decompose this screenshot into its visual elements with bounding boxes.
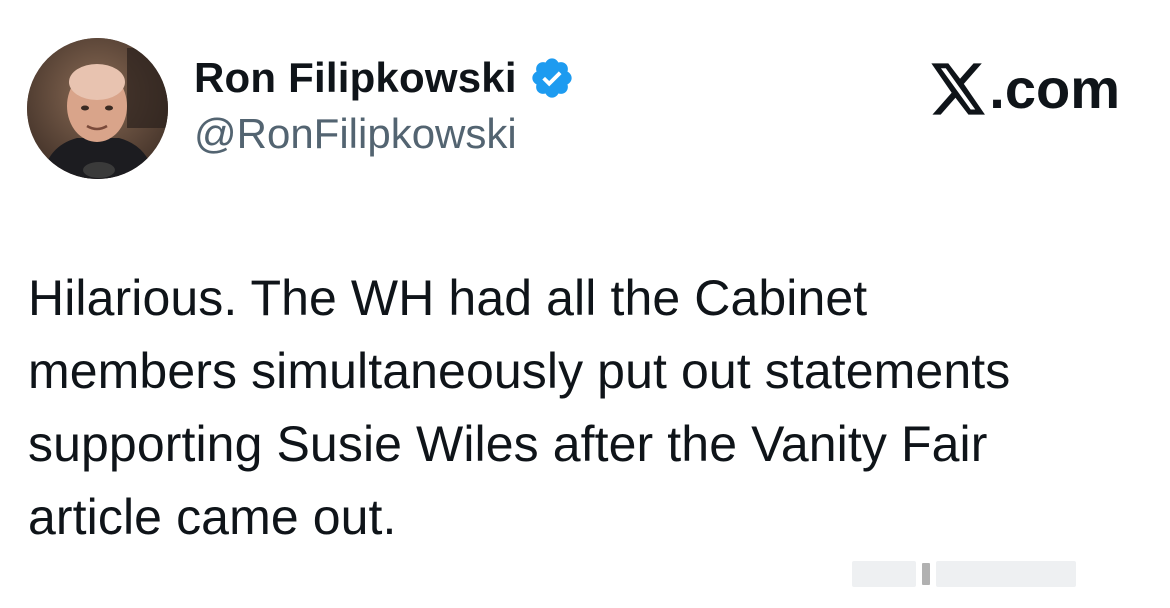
- brand-domain: .com: [989, 57, 1120, 120]
- avatar-image: [27, 38, 168, 179]
- author-block: Ron Filipkowski @RonFilipkowski: [194, 52, 575, 158]
- display-name[interactable]: Ron Filipkowski: [194, 54, 517, 102]
- handle[interactable]: @RonFilipkowski: [194, 110, 575, 158]
- watermark-bar: [852, 561, 916, 587]
- tweet-card: Ron Filipkowski @RonFilipkowski .com Hil…: [0, 0, 1170, 608]
- watermark-bar: [936, 561, 1076, 587]
- tweet-text: Hilarious. The WH had all the Cabinet me…: [28, 270, 1011, 545]
- brand-logo: .com: [931, 56, 1120, 121]
- watermark: [852, 558, 1152, 590]
- x-logo-icon: [931, 62, 987, 115]
- verified-badge-icon: [529, 55, 575, 101]
- name-row: Ron Filipkowski: [194, 52, 575, 104]
- watermark-mark: [922, 563, 930, 585]
- avatar[interactable]: [27, 38, 168, 179]
